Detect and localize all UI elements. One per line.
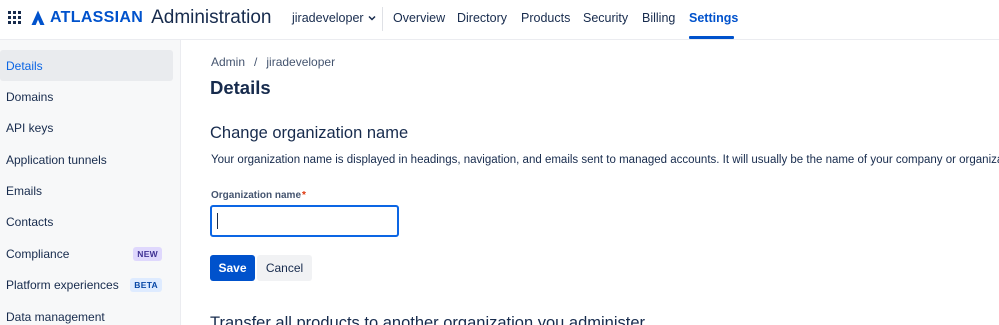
sidebar-item-label: Data management	[6, 309, 105, 324]
field-label-text: Organization name	[211, 190, 302, 201]
sidebar-item-label: Contacts	[6, 214, 54, 229]
breadcrumb: Admin / jiradeveloper	[211, 55, 335, 69]
sidebar-item-label: Compliance	[6, 246, 70, 261]
organization-name-input[interactable]	[210, 205, 399, 237]
sidebar-item-data-management[interactable]: Data management	[0, 301, 173, 325]
atlassian-logo[interactable]: ATLASSIAN Administration	[31, 7, 272, 28]
atlassian-logo-icon	[31, 10, 45, 25]
sidebar-item-label: Domains	[6, 89, 54, 104]
cancel-button[interactable]: Cancel	[257, 255, 312, 281]
sidebar-item-label: API keys	[6, 120, 54, 135]
sidebar-item-compliance[interactable]: Compliance NEW	[0, 238, 173, 269]
tab-settings[interactable]: Settings	[689, 11, 738, 25]
tab-overview[interactable]: Overview	[393, 11, 445, 25]
nav-divider	[382, 7, 383, 31]
page-title: Details	[210, 77, 271, 98]
breadcrumb-separator: /	[254, 55, 258, 69]
org-switcher-label: jiradeveloper	[292, 11, 364, 25]
sidebar-item-label: Emails	[6, 183, 43, 198]
sidebar-item-application-tunnels[interactable]: Application tunnels	[0, 144, 173, 175]
organization-name-label: Organization name*	[211, 190, 306, 201]
app-switcher-icon[interactable]	[8, 11, 21, 24]
transfer-section-title: Transfer all products to another organiz…	[210, 314, 646, 325]
active-tab-indicator	[689, 36, 734, 39]
sidebar: Details Domains API keys Application tun…	[0, 40, 181, 325]
sidebar-item-emails[interactable]: Emails	[0, 175, 173, 206]
breadcrumb-admin[interactable]: Admin	[211, 55, 245, 69]
tab-billing[interactable]: Billing	[642, 11, 675, 25]
sidebar-item-api-keys[interactable]: API keys	[0, 112, 173, 143]
tab-security[interactable]: Security	[583, 11, 628, 25]
main-content: Admin / jiradeveloper Details Change organ…	[181, 40, 999, 325]
new-badge: NEW	[133, 246, 162, 261]
sidebar-item-platform-experiences[interactable]: Platform experiences BETA	[0, 269, 173, 300]
chevron-down-icon	[368, 15, 376, 21]
breadcrumb-org[interactable]: jiradeveloper	[266, 55, 335, 69]
tab-directory[interactable]: Directory	[457, 11, 507, 25]
text-cursor	[217, 213, 218, 229]
top-navigation: ATLASSIAN Administration jiradeveloper O…	[0, 0, 999, 40]
save-button[interactable]: Save	[210, 255, 255, 281]
required-marker: *	[302, 190, 306, 201]
sidebar-item-details[interactable]: Details	[0, 50, 173, 81]
sidebar-item-domains[interactable]: Domains	[0, 81, 173, 112]
brand-name: ATLASSIAN	[50, 9, 144, 26]
section-title: Change organization name	[210, 124, 409, 142]
beta-badge: BETA	[130, 277, 162, 292]
sidebar-item-label: Platform experiences	[6, 277, 119, 292]
product-name: Administration	[151, 7, 272, 28]
tab-products[interactable]: Products	[521, 11, 570, 25]
sidebar-item-label: Details	[6, 58, 43, 73]
sidebar-item-label: Application tunnels	[6, 152, 107, 167]
section-description: Your organization name is displayed in h…	[211, 154, 999, 166]
sidebar-item-contacts[interactable]: Contacts	[0, 206, 173, 237]
org-switcher[interactable]: jiradeveloper	[292, 11, 376, 25]
